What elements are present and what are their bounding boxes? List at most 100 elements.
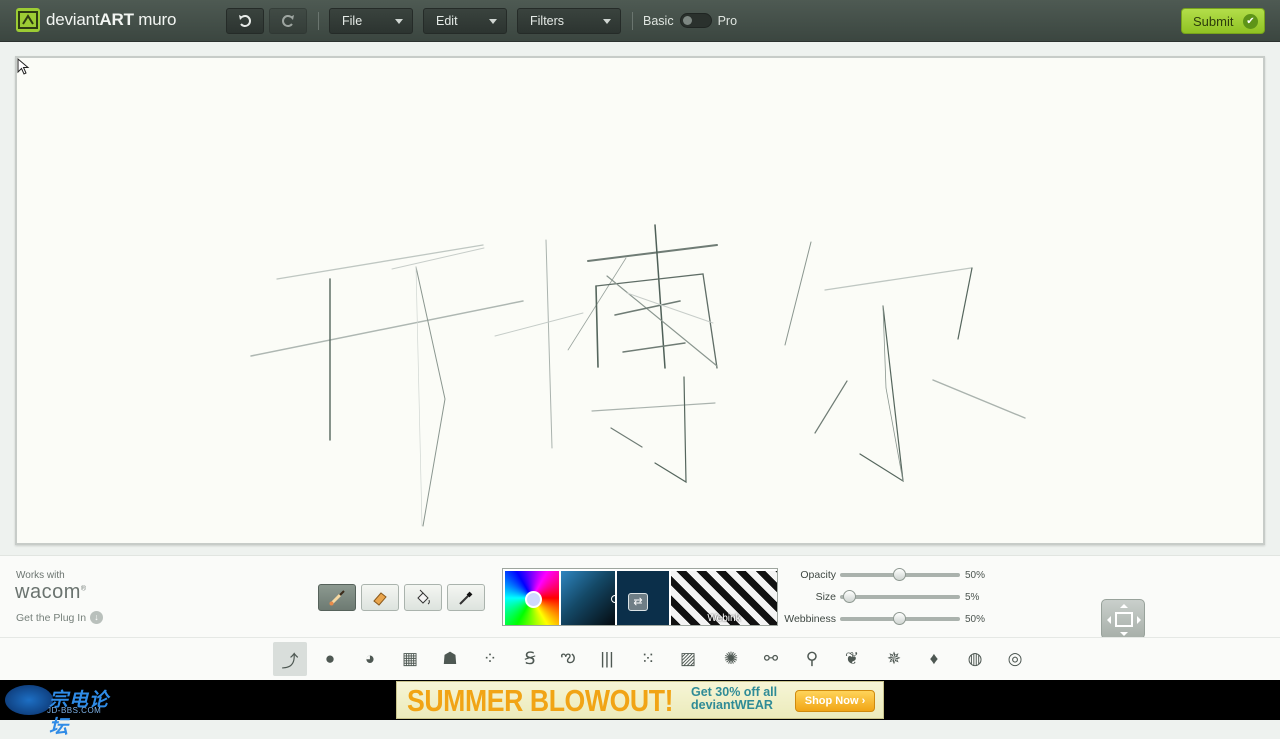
brush-lines[interactable]: ||| (590, 642, 624, 676)
file-menu-label: File (342, 14, 363, 28)
pattern-label: Webink (707, 613, 741, 624)
brush-sparkle[interactable]: ✵ (877, 642, 911, 676)
brush-texture[interactable]: ◎ (998, 642, 1032, 676)
get-plugin-label: Get the Plug In (16, 611, 87, 624)
brush-starburst[interactable]: ✺ (714, 642, 748, 676)
shop-now-button[interactable]: Shop Now › (795, 690, 875, 712)
size-knob[interactable] (843, 590, 856, 603)
wacom-works-with: Works with (16, 570, 65, 581)
get-plugin-link[interactable]: Get the Plug In ↓ (16, 611, 104, 624)
squiggle-icon: ఌ (560, 647, 576, 666)
forum-url: JD-BBS.COM (47, 706, 102, 715)
sparkle-icon: ✵ (886, 649, 902, 668)
mode-toggle[interactable] (679, 13, 712, 28)
submit-label: Submit (1193, 13, 1234, 29)
brush-crosshatch[interactable]: ▦ (393, 642, 427, 676)
brush-ink[interactable]: ☗ (433, 642, 467, 676)
brush-tool-button[interactable] (318, 584, 356, 611)
color-swap-icon[interactable]: ⇄ (628, 593, 648, 611)
filters-menu[interactable]: Filters (517, 8, 621, 34)
tool-panel: Works with wacom® Get the Plug In ↓ ⇄ We… (0, 555, 1280, 639)
submit-button[interactable]: Submit ✔ (1181, 8, 1265, 34)
drop-icon: ♦ (929, 649, 939, 668)
file-menu[interactable]: File (329, 8, 413, 34)
ink-drop-icon: ☗ (442, 649, 458, 668)
splatter-icon: ⁘ (482, 649, 498, 668)
webbiness-value: 50% (965, 613, 986, 625)
brush-spiral[interactable]: Ꞩ (513, 642, 547, 676)
app-logo: deviantART muro (16, 8, 176, 32)
eraser-tool-button[interactable] (361, 584, 399, 611)
ad-headline: SUMMER BLOWOUT! (407, 683, 674, 718)
current-color-swatch[interactable]: ⇄ (617, 571, 669, 625)
app-title: deviantART muro (46, 10, 177, 29)
brush-selector: ⤴ ● ◕ ▦ ☗ ⁘ Ꞩ ఌ ||| ⁙ ▨ ✺ ⚯ ⚲ ❦ ✵ ♦ ◍ ◎ (0, 637, 1280, 680)
pen-icon: ⤴ (281, 651, 299, 671)
brush-pen[interactable]: ⤴ (273, 642, 307, 676)
eyedropper-icon (459, 591, 473, 605)
mode-pro-label: Pro (717, 13, 738, 28)
feather-icon: ❦ (844, 649, 860, 668)
brush-drop[interactable]: ♦ (917, 642, 951, 676)
webbiness-slider[interactable]: Webbiness 50% (782, 612, 986, 625)
opacity-slider[interactable]: Opacity 50% (782, 568, 986, 581)
size-value: 5% (965, 591, 980, 603)
brush-splatter[interactable]: ⁘ (473, 642, 507, 676)
mode-switch: Basic Pro (643, 13, 737, 28)
ad-promo-line2: deviantWEAR (691, 698, 773, 712)
forum-watermark: 宗电论坛 JD-BBS.COM (5, 683, 127, 738)
toolbar-divider (632, 12, 633, 30)
webbiness-track[interactable] (840, 612, 960, 625)
brush-squiggle[interactable]: ఌ (551, 642, 585, 676)
checkmark-icon: ✔ (1243, 14, 1258, 29)
shade-picker[interactable] (561, 571, 619, 625)
hue-selector[interactable] (525, 591, 542, 608)
undo-button[interactable] (226, 8, 264, 34)
brush-chain[interactable]: ⚯ (754, 642, 788, 676)
noise-ball-icon: ◍ (967, 649, 983, 668)
webbiness-knob[interactable] (893, 612, 906, 625)
fill-tool-button[interactable] (404, 584, 442, 611)
opacity-value: 50% (965, 569, 986, 581)
spiral-icon: Ꞩ (524, 649, 536, 668)
hue-picker[interactable] (505, 571, 559, 625)
chain-icon: ⚯ (763, 649, 779, 668)
download-icon: ↓ (90, 611, 104, 624)
pattern-swatch[interactable]: Webink (671, 571, 777, 625)
edit-menu-label: Edit (436, 14, 458, 28)
eyedropper-tool-button[interactable] (447, 584, 485, 611)
drawing-canvas[interactable] (15, 56, 1265, 545)
opacity-knob[interactable] (893, 568, 906, 581)
wacom-logo: wacom® (15, 581, 87, 603)
brush-pie[interactable]: ◕ (353, 642, 387, 676)
sketch-strokes (250, 224, 1026, 527)
summer-ad-banner[interactable]: SUMMER BLOWOUT! Get 30% off all deviantW… (396, 681, 884, 719)
canvas-navigator-button[interactable] (1101, 599, 1145, 639)
arrow-cursor-icon (17, 58, 30, 75)
starburst-icon: ✺ (723, 649, 739, 668)
dots-icon: ⁙ (640, 649, 656, 668)
brush-hatch[interactable]: ▨ (671, 642, 705, 676)
pie-brush-icon: ◕ (364, 649, 376, 668)
brush-round[interactable]: ● (313, 642, 347, 676)
size-track[interactable] (840, 590, 960, 603)
brush-dots[interactable]: ⁙ (631, 642, 665, 676)
brush-noise[interactable]: ◍ (958, 642, 992, 676)
chevron-down-icon (603, 19, 611, 24)
size-label: Size (815, 591, 836, 603)
brush-rings[interactable]: ⚲ (795, 642, 829, 676)
opacity-track[interactable] (840, 568, 960, 581)
color-palette: ⇄ Webink (502, 568, 778, 626)
chevron-down-icon (489, 19, 497, 24)
toolbar-divider (318, 12, 319, 30)
redo-button[interactable] (269, 8, 307, 34)
size-slider[interactable]: Size 5% (782, 590, 980, 603)
forum-logo-icon (5, 685, 53, 715)
crosshatch-icon: ▦ (401, 649, 419, 668)
edit-menu[interactable]: Edit (423, 8, 507, 34)
mode-basic-label: Basic (643, 13, 674, 28)
round-brush-icon: ● (324, 649, 336, 668)
brush-feather[interactable]: ❦ (835, 642, 869, 676)
deviantart-logo-icon (16, 8, 40, 32)
lines-icon: ||| (600, 649, 614, 668)
